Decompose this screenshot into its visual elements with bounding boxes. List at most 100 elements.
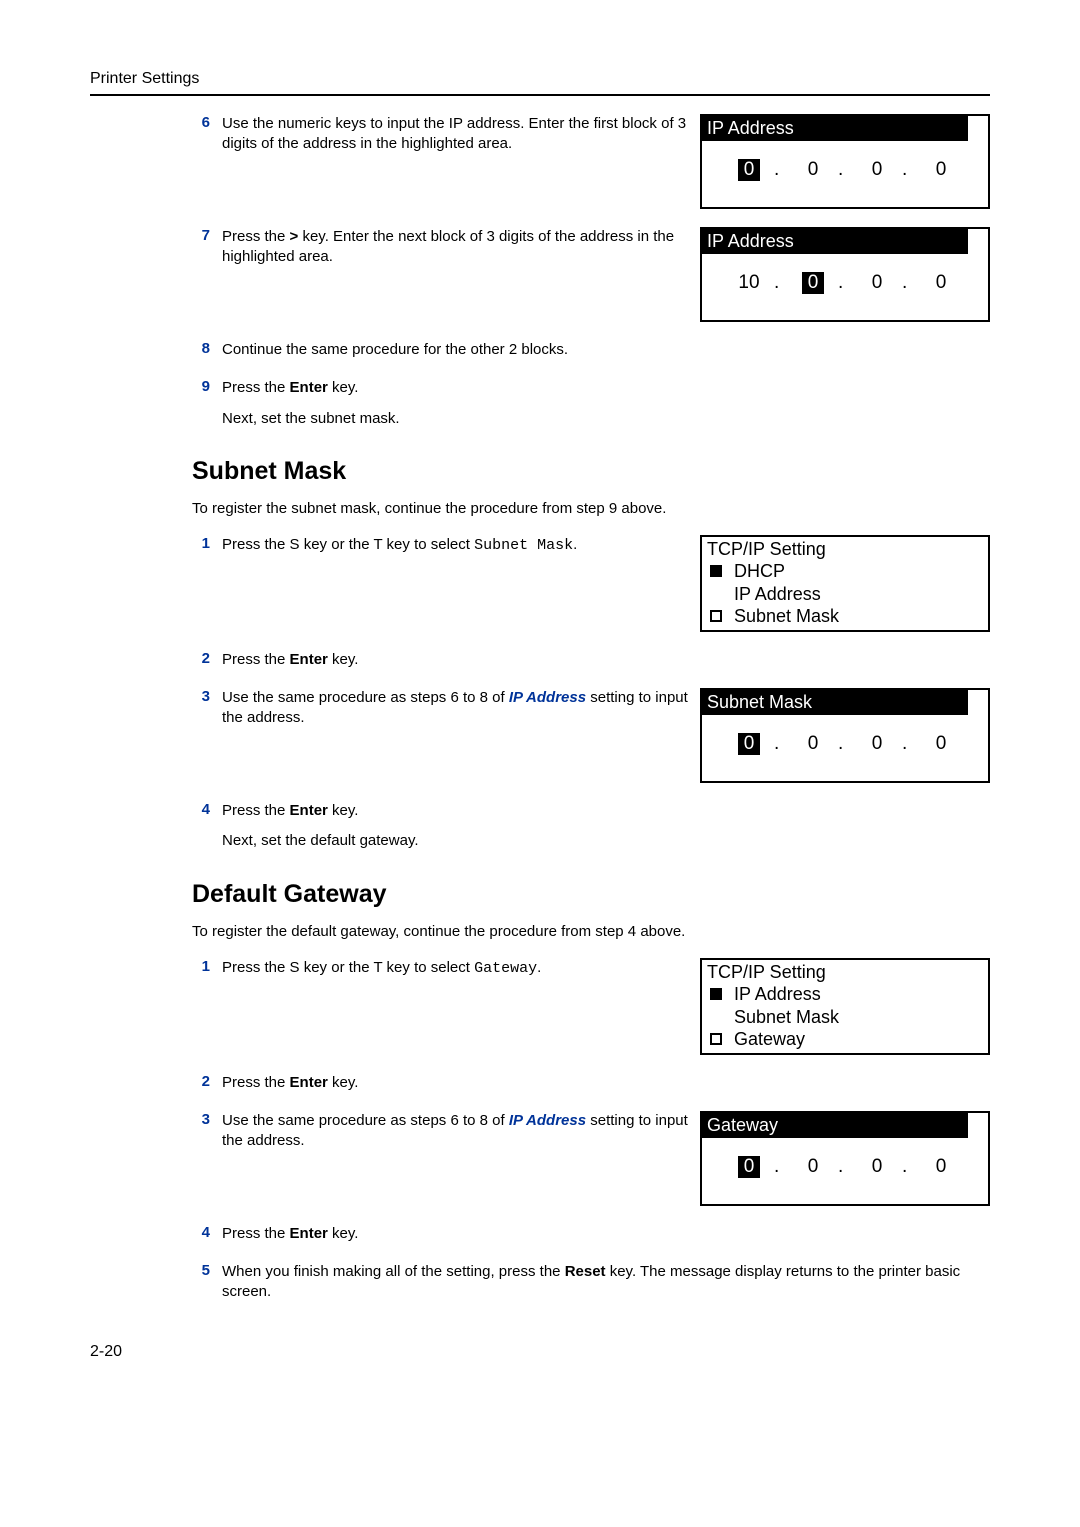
octet-4: 0 [916,1156,966,1178]
octet-2: 0 [788,733,838,755]
dot: . [838,272,852,294]
subnet-step-1: 1 Press the S key or the T key to select… [192,535,990,632]
lcd-title-gap [966,690,988,715]
dot: . [774,1156,788,1178]
page-header: Printer Settings [90,70,990,96]
link-ip-address[interactable]: IP Address [509,1112,586,1129]
lcd-title: Subnet Mask [702,690,966,715]
gateway-step-1: 1 Press the S key or the T key to select… [192,958,990,1055]
step-number: 7 [192,227,222,244]
dot: . [838,733,852,755]
marker-hollow-icon [710,610,722,622]
lcd-title: IP Address [702,116,966,141]
dot: . [774,272,788,294]
octet-1: 0 [724,159,774,181]
step-text: Continue the same procedure for the othe… [222,340,990,360]
octet-4: 0 [916,733,966,755]
octet-2: 0 [788,1156,838,1178]
step-text: Use the numeric keys to input the IP add… [222,114,690,155]
step-number: 2 [192,1073,222,1090]
step-number: 4 [192,1224,222,1241]
menu-title: TCP/IP Setting [702,960,988,984]
octet-1: 0 [724,733,774,755]
step-text: Press the Enter key. [222,650,990,670]
subnet-step-4: 4 Press the Enter key. Next, set the def… [192,801,990,852]
menu-item: Gateway [730,1028,988,1051]
step-7: 7 Press the > key. Enter the next block … [192,227,990,322]
step-text: Press the > key. Enter the next block of… [222,227,690,268]
marker-icon [710,988,722,1000]
menu-item: DHCP [730,560,988,583]
octet-1: 10 [724,272,774,294]
octet-3: 0 [852,159,902,181]
lcd-gateway: Gateway 0. 0. 0. 0 [700,1111,990,1206]
step-number: 1 [192,958,222,975]
step-text: When you finish making all of the settin… [222,1262,990,1303]
octet-4: 0 [916,159,966,181]
dot: . [838,1156,852,1178]
gateway-step-4: 4 Press the Enter key. [192,1224,990,1244]
gateway-step-2: 2 Press the Enter key. [192,1073,990,1093]
step-text: Press the S key or the T key to select G… [222,958,690,979]
marker-hollow-icon [710,1033,722,1045]
octet-4: 0 [916,272,966,294]
step-text: Press the Enter key. Next, set the defau… [222,801,990,852]
menu-item: IP Address [730,583,988,606]
dot: . [902,733,916,755]
dot: . [774,733,788,755]
gateway-step-3: 3 Use the same procedure as steps 6 to 8… [192,1111,990,1206]
octet-1: 0 [724,1156,774,1178]
link-ip-address[interactable]: IP Address [509,689,586,706]
page-number: 2-20 [90,1343,990,1361]
step-text: Press the Enter key. [222,1224,990,1244]
step-number: 8 [192,340,222,357]
lcd-title-gap [966,229,988,254]
step-9: 9 Press the Enter key. Next, set the sub… [192,378,990,429]
step-text: Press the S key or the T key to select S… [222,535,690,556]
marker-icon [710,565,722,577]
dot: . [902,1156,916,1178]
octet-3: 0 [852,733,902,755]
lcd-title-gap [966,1113,988,1138]
lcd-menu-tcpip-2: TCP/IP Setting IP Address Subnet Mask Ga… [700,958,990,1055]
octet-2: 0 [788,159,838,181]
lcd-subnet-mask: Subnet Mask 0. 0. 0. 0 [700,688,990,783]
dot: . [902,159,916,181]
lcd-ip-address-2: IP Address 10. 0. 0. 0 [700,227,990,322]
dot: . [838,159,852,181]
step-text: Use the same procedure as steps 6 to 8 o… [222,1111,690,1152]
step-number: 4 [192,801,222,818]
dot: . [902,272,916,294]
lcd-title: Gateway [702,1113,966,1138]
step-text: Press the Enter key. [222,1073,990,1093]
heading-subnet-mask: Subnet Mask [192,457,990,486]
heading-default-gateway: Default Gateway [192,880,990,909]
subnet-step-3: 3 Use the same procedure as steps 6 to 8… [192,688,990,783]
dot: . [774,159,788,181]
lcd-title-gap [966,116,988,141]
step-number: 5 [192,1262,222,1279]
menu-item: Subnet Mask [730,605,988,628]
lcd-menu-tcpip-1: TCP/IP Setting DHCP IP Address Subnet Ma… [700,535,990,632]
lcd-title: IP Address [702,229,966,254]
step-number: 1 [192,535,222,552]
octet-2: 0 [788,272,838,294]
step-number: 6 [192,114,222,131]
menu-title: TCP/IP Setting [702,537,988,561]
menu-item: IP Address [730,983,988,1006]
step-number: 9 [192,378,222,395]
gateway-step-5: 5 When you finish making all of the sett… [192,1262,990,1303]
octet-3: 0 [852,272,902,294]
step-number: 2 [192,650,222,667]
content-area: 6 Use the numeric keys to input the IP a… [90,114,990,1303]
step-number: 3 [192,1111,222,1128]
step-8: 8 Continue the same procedure for the ot… [192,340,990,360]
step-6: 6 Use the numeric keys to input the IP a… [192,114,990,209]
subnet-intro: To register the subnet mask, continue th… [192,500,990,517]
menu-item: Subnet Mask [730,1006,988,1029]
gateway-intro: To register the default gateway, continu… [192,923,990,940]
step-number: 3 [192,688,222,705]
lcd-ip-address-1: IP Address 0. 0. 0. 0 [700,114,990,209]
octet-3: 0 [852,1156,902,1178]
step-text: Press the Enter key. Next, set the subne… [222,378,990,429]
